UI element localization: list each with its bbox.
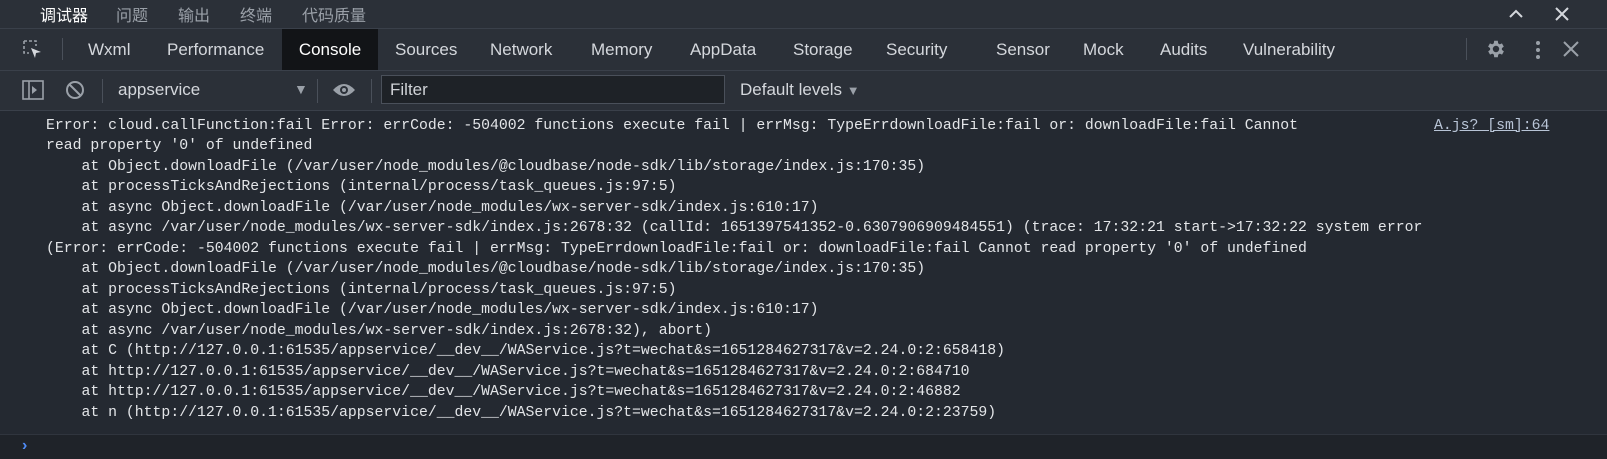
tab-vulnerability[interactable]: Vulnerability [1243,29,1335,70]
console-prompt[interactable]: › [0,434,1607,459]
log-line: at Object.downloadFile (/var/user/node_m… [46,261,926,277]
prompt-chevron-icon: › [22,437,28,454]
chevron-up-icon[interactable] [1506,4,1526,29]
tab-mock[interactable]: Mock [1083,29,1124,70]
chevron-down-icon: ▼ [846,83,860,98]
sidebar-toggle-icon[interactable] [22,80,44,105]
devtools-tabbar: Wxml Performance Console Sources Network… [0,29,1607,71]
tab-security[interactable]: Security [886,29,947,70]
toolbar-divider [371,79,372,103]
close-icon[interactable] [1552,4,1572,29]
tab-network[interactable]: Network [490,29,552,70]
tab-performance[interactable]: Performance [167,29,264,70]
log-levels-label: Default levels [740,80,843,99]
chevron-down-icon[interactable]: ▼ [294,81,308,97]
log-line: Error: cloud.callFunction:fail Error: er… [46,118,1299,134]
more-vertical-icon[interactable] [1534,39,1542,66]
panel-tab-problems[interactable]: 问题 [116,2,148,26]
tab-appdata[interactable]: AppData [690,29,756,70]
clear-console-icon[interactable] [65,80,85,105]
log-line: at n (http://127.0.0.1:61535/appservice/… [46,405,997,421]
gear-icon[interactable] [1485,38,1507,65]
log-line: at async Object.downloadFile (/var/user/… [46,200,819,216]
panel-tab-debugger[interactable]: 调试器 [37,2,91,32]
log-line: (Error: errCode: -504002 functions execu… [46,241,1307,257]
log-line: at async /var/user/node_modules/wx-serve… [46,323,712,339]
tab-sensor[interactable]: Sensor [996,29,1050,70]
log-line: at async Object.downloadFile (/var/user/… [46,302,819,318]
panel-tab-terminal[interactable]: 终端 [240,2,272,26]
log-line: at http://127.0.0.1:61535/appservice/__d… [46,364,970,380]
tab-console[interactable]: Console [282,29,378,70]
log-line: at processTicksAndRejections (internal/p… [46,282,677,298]
inspect-element-icon[interactable] [22,39,42,59]
tab-wxml[interactable]: Wxml [88,29,130,70]
log-levels-dropdown[interactable]: Default levels ▼ [740,80,860,100]
log-line: at C (http://127.0.0.1:61535/appservice/… [46,343,1005,359]
filter-input[interactable] [381,75,725,104]
log-line: at Object.downloadFile (/var/user/node_m… [46,159,926,175]
context-selector[interactable]: appservice [118,80,200,100]
source-link[interactable]: A.js? [sm]:64 [1434,118,1549,134]
log-line: at async /var/user/node_modules/wx-serve… [46,220,1423,236]
log-line: at processTicksAndRejections (internal/p… [46,179,677,195]
close-icon[interactable] [1560,38,1582,65]
tab-storage[interactable]: Storage [793,29,853,70]
toolbar-divider [317,79,318,103]
toolbar-divider [62,38,63,60]
log-line: at http://127.0.0.1:61535/appservice/__d… [46,384,961,400]
tab-sources[interactable]: Sources [395,29,457,70]
toolbar-divider [1466,38,1467,60]
panel-tab-code-quality[interactable]: 代码质量 [302,2,366,26]
eye-icon[interactable] [332,82,356,103]
console-output: A.js? [sm]:64 Error: cloud.callFunction:… [0,111,1607,436]
log-line: read property '0' of undefined [46,138,313,154]
tab-audits[interactable]: Audits [1160,29,1207,70]
tab-memory[interactable]: Memory [591,29,652,70]
panel-tabbar: 调试器 问题 输出 终端 代码质量 [0,0,1607,32]
console-toolbar: appservice ▼ Default levels ▼ [0,71,1607,111]
toolbar-divider [102,79,103,103]
panel-tab-output[interactable]: 输出 [178,2,210,26]
